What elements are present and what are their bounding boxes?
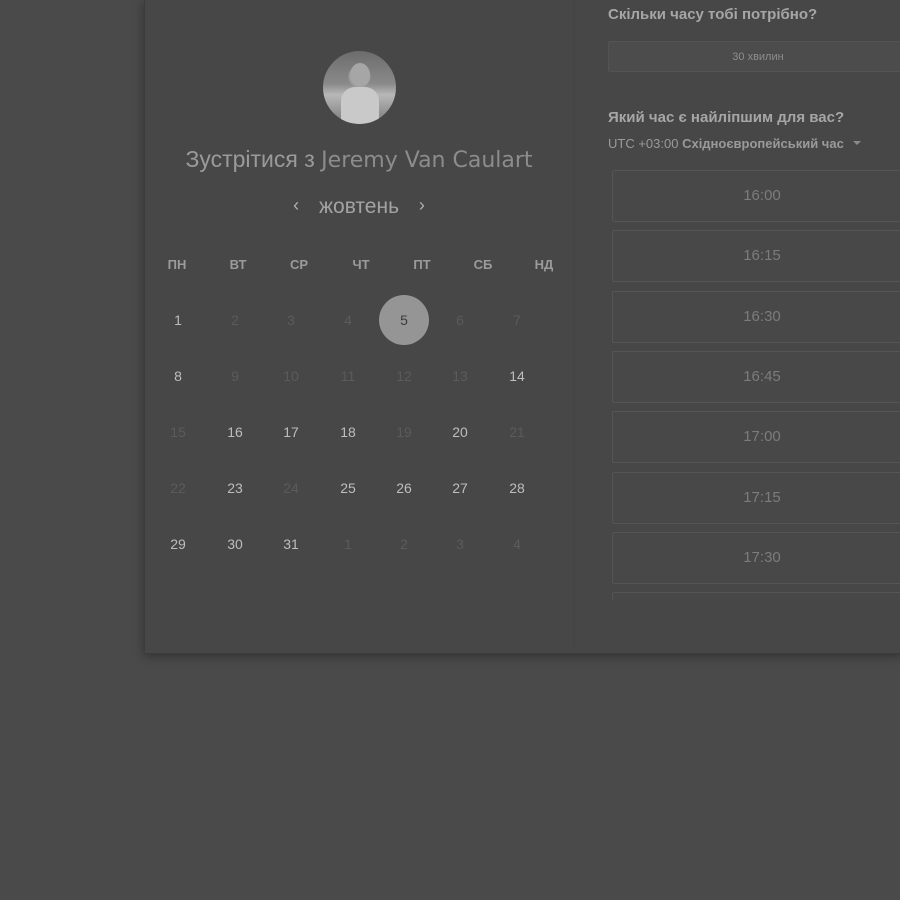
host-name: Jeremy Van Caulart [321,148,533,173]
timezone-name: Східноєвропейський час [682,136,844,151]
calendar-day[interactable]: 8 [153,351,203,401]
time-slot-button[interactable]: 16:45 [612,350,900,403]
duration-button[interactable]: 30 хвилин [608,41,900,72]
calendar-day-selected[interactable]: 5 [379,295,429,345]
calendar-day: 13 [452,368,468,384]
avatar-head [350,63,370,87]
caret-down-icon [853,141,862,145]
meeting-title: Зустрітися з Jeremy Van Caulart [145,146,573,173]
chevron-left-icon[interactable]: ‹ [283,195,309,216]
calendar-day: 1 [344,536,352,552]
calendar-day: 12 [396,368,412,384]
calendar-day: 4 [513,536,521,552]
month-label: жовтень [318,195,400,218]
calendar-day: 22 [170,480,186,496]
calendar-day[interactable]: 16 [210,407,260,457]
calendar-day: 9 [231,368,239,384]
calendar-day: 24 [283,480,299,496]
chevron-right-icon[interactable]: › [409,195,435,216]
weekday-label: ПН [167,257,187,272]
weekday-label: СБ [473,257,493,272]
pane-divider [573,0,574,653]
meeting-title-prefix: Зустрітися з [185,146,315,172]
duration-question: Скільки часу тобі потрібно? [608,6,818,23]
calendar-day[interactable]: 30 [210,519,260,569]
calendar-day[interactable]: 27 [435,463,485,513]
calendar-day: 10 [283,368,299,384]
calendar-day: 15 [170,424,186,440]
time-question: Який час є найліпшим для вас? [608,109,845,126]
timezone-offset: UTC +03:00 [608,136,679,151]
calendar-day: 7 [513,312,521,328]
calendar-day: 6 [456,312,464,328]
calendar-day: 21 [509,424,525,440]
time-pane: Скільки часу тобі потрібно? 30 хвилин Як… [608,0,900,653]
calendar-day[interactable]: 20 [435,407,485,457]
page-backdrop: Зустрітися з Jeremy Van Caulart ‹ жовтен… [0,0,900,900]
time-slot-button[interactable]: 16:00 [612,170,900,222]
time-slot-button[interactable]: 17:30 [612,531,900,584]
calendar-day: 3 [287,312,295,328]
time-slot-button[interactable]: 17:15 [612,471,900,524]
time-slot-list[interactable]: 16:00 16:15 16:30 16:45 17:00 17:15 17:30 [612,170,900,600]
calendar-day: 2 [400,536,408,552]
calendar-day[interactable]: 14 [492,351,542,401]
calendar-day[interactable]: 29 [153,519,203,569]
calendar-day: 19 [396,424,412,440]
weekday-label: ВТ [229,257,247,272]
time-slot-button[interactable]: 17:00 [612,411,900,464]
calendar-day: 4 [344,312,352,328]
time-slot-button[interactable]: 16:15 [612,230,900,283]
weekday-label: ПТ [413,257,431,272]
calendar-day[interactable]: 25 [323,463,373,513]
weekday-label: НД [534,257,554,272]
calendar-day[interactable]: 28 [492,463,542,513]
calendar-day: 2 [231,312,239,328]
month-navigation: ‹ жовтень › [145,195,573,219]
time-slot-button[interactable]: 16:30 [612,290,900,343]
timezone-selector[interactable]: UTC +03:00 Східноєвропейський час [608,136,862,151]
weekday-label: СР [289,257,309,272]
calendar-day[interactable]: 1 [153,295,203,345]
host-avatar [323,51,396,124]
calendar-day[interactable]: 23 [210,463,260,513]
avatar-shirt [341,87,379,124]
calendar-day: 11 [340,368,356,384]
weekday-label: ЧТ [352,257,370,272]
calendar-day[interactable]: 17 [266,407,316,457]
calendar-day: 3 [456,536,464,552]
time-slot-button[interactable] [612,592,900,600]
calendar-day[interactable]: 18 [323,407,373,457]
booking-modal: Зустрітися з Jeremy Van Caulart ‹ жовтен… [144,0,900,654]
calendar-day[interactable]: 31 [266,519,316,569]
calendar-pane: Зустрітися з Jeremy Van Caulart ‹ жовтен… [145,0,573,653]
calendar-day[interactable]: 26 [379,463,429,513]
